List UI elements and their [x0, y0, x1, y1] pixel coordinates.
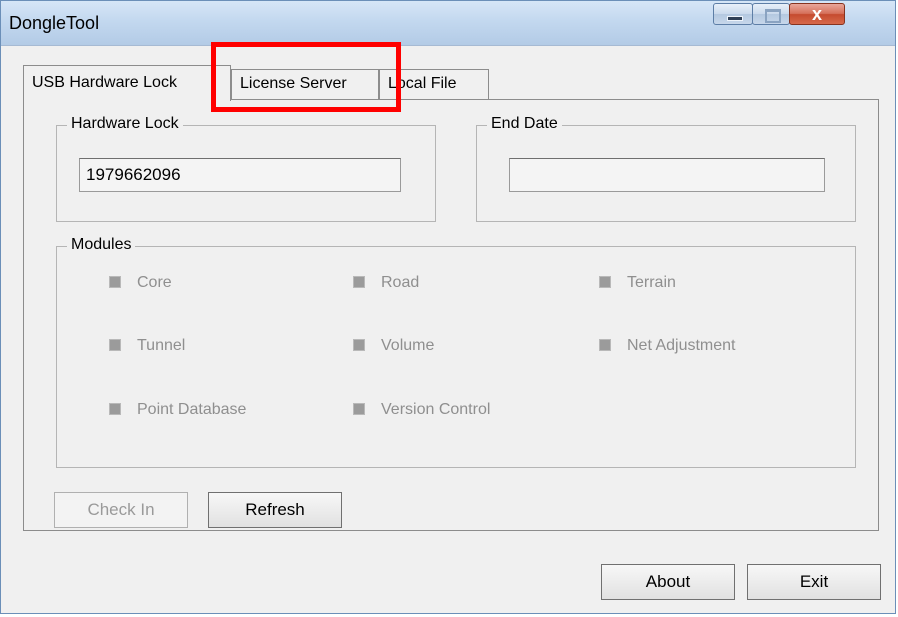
checkbox-road — [353, 276, 365, 288]
checkbox-volume — [353, 339, 365, 351]
modules-group: Modules Core Road Terrain Tunnel Volume — [56, 236, 856, 468]
title-bar[interactable]: DongleTool x — [1, 1, 895, 46]
end-date-label: End Date — [487, 115, 562, 133]
close-button[interactable]: x — [789, 3, 845, 25]
hardware-lock-group: Hardware Lock 1979662096 — [56, 115, 436, 222]
module-label: Core — [137, 274, 172, 291]
exit-button[interactable]: Exit — [747, 564, 881, 600]
modules-label: Modules — [67, 236, 136, 254]
hardware-lock-field[interactable]: 1979662096 — [79, 158, 401, 192]
module-label: Point Database — [137, 401, 247, 418]
checkbox-terrain — [599, 276, 611, 288]
tab-panel: Hardware Lock 1979662096 End Date Module… — [23, 99, 879, 531]
end-date-group: End Date — [476, 115, 856, 222]
checkbox-tunnel — [109, 339, 121, 351]
maximize-icon — [765, 9, 781, 23]
checkbox-point-database — [109, 403, 121, 415]
module-label: Version Control — [381, 401, 491, 418]
module-label: Net Adjustment — [627, 337, 736, 354]
check-in-button[interactable]: Check In — [54, 492, 188, 528]
maximize-button[interactable] — [752, 3, 790, 25]
module-label: Tunnel — [137, 337, 186, 354]
module-label: Terrain — [627, 274, 676, 291]
checkbox-core — [109, 276, 121, 288]
tab-usb-hardware-lock[interactable]: USB Hardware Lock — [23, 65, 231, 101]
minimize-icon — [727, 16, 743, 21]
tab-local-file[interactable]: Local File — [379, 69, 489, 99]
refresh-button[interactable]: Refresh — [208, 492, 342, 528]
module-label: Road — [381, 274, 420, 291]
checkbox-net-adjustment — [599, 339, 611, 351]
tab-license-server[interactable]: License Server — [231, 69, 379, 99]
window-title: DongleTool — [9, 13, 100, 33]
about-button[interactable]: About — [601, 564, 735, 600]
hardware-lock-label: Hardware Lock — [67, 115, 183, 133]
end-date-field[interactable] — [509, 158, 825, 192]
checkbox-version-control — [353, 403, 365, 415]
close-icon: x — [811, 4, 822, 24]
minimize-button[interactable] — [713, 3, 753, 25]
dongletool-window: DongleTool x USB Hardware Lock License S… — [0, 0, 896, 614]
module-label: Volume — [381, 337, 435, 354]
